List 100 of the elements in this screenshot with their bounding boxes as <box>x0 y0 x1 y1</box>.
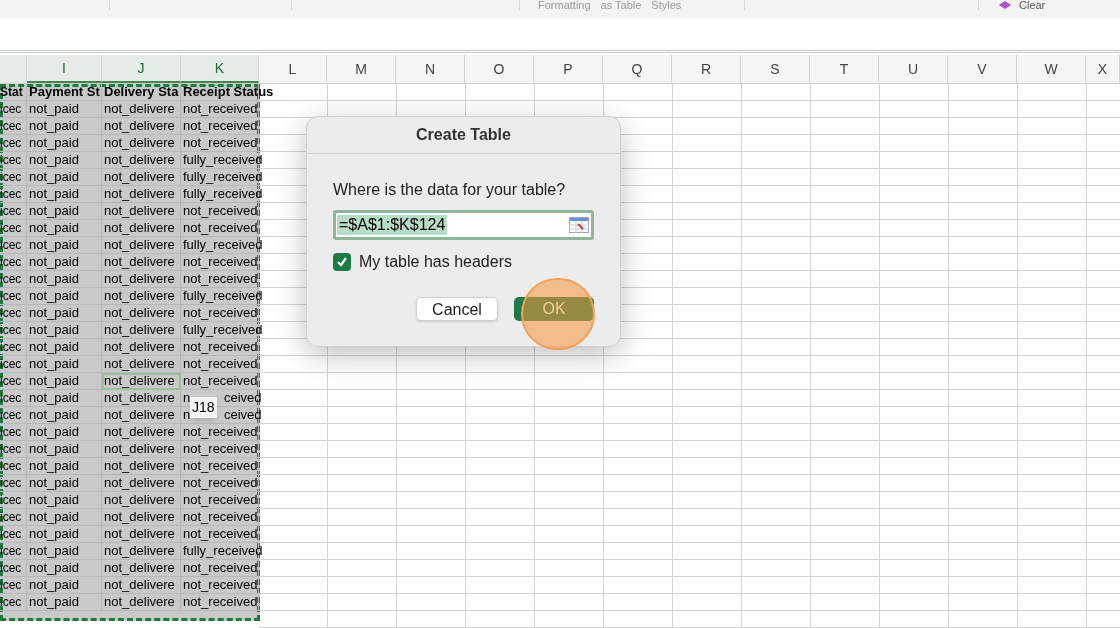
table-cell: not_received <box>183 475 258 491</box>
table-cell: fully_received <box>183 186 263 202</box>
table-cell: icec <box>0 441 22 457</box>
table-cell: not_paid <box>29 288 79 304</box>
ribbon-label: Styles <box>651 0 682 10</box>
range-picker-icon[interactable] <box>569 217 589 233</box>
table-cell: not_received <box>183 424 258 440</box>
table-cell: not_paid <box>29 543 79 559</box>
table-cell: not_delivere <box>104 254 175 270</box>
column-header[interactable]: L <box>259 55 327 83</box>
table-cell: not_paid <box>29 390 79 406</box>
table-cell: icec <box>0 288 22 304</box>
table-cell: not_delivere <box>104 322 175 338</box>
column-header[interactable]: R <box>672 55 741 83</box>
table-cell: not_paid <box>29 594 79 610</box>
table-cell: icec <box>0 186 22 202</box>
table-cell: icec <box>0 509 22 525</box>
table-cell: not_delivere <box>104 390 175 406</box>
table-cell: fully_received <box>183 152 263 168</box>
column-header[interactable]: V <box>948 55 1017 83</box>
table-cell: not_paid <box>29 322 79 338</box>
table-cell: icec <box>0 526 22 542</box>
table-cell: not_received <box>183 339 258 355</box>
column-header[interactable]: T <box>810 55 879 83</box>
column-header[interactable]: O <box>465 55 534 83</box>
column-header[interactable]: M <box>327 55 396 83</box>
table-cell: not_paid <box>29 271 79 287</box>
headers-checkbox[interactable] <box>333 253 351 271</box>
column-header-cell: Payment St <box>29 84 100 100</box>
table-cell: not_delivere <box>104 186 175 202</box>
column-header[interactable]: K <box>181 55 259 83</box>
table-cell: not_paid <box>29 356 79 372</box>
table-cell: icec <box>0 339 22 355</box>
column-header[interactable]: J <box>102 55 181 83</box>
table-cell: icec <box>0 118 22 134</box>
table-cell: not_delivere <box>104 220 175 236</box>
table-cell: not_received <box>183 373 258 389</box>
table-cell: not_received <box>183 577 258 593</box>
table-cell: not_delivere <box>104 373 175 389</box>
table-cell: icec <box>0 560 22 576</box>
table-cell: icec <box>0 458 22 474</box>
table-cell: not_received <box>183 356 258 372</box>
table-cell: not_paid <box>29 339 79 355</box>
column-header[interactable]: U <box>879 55 948 83</box>
table-cell: not_delivere <box>104 509 175 525</box>
column-header[interactable]: X <box>1086 55 1120 83</box>
table-cell: icec <box>0 152 22 168</box>
column-header[interactable]: P <box>534 55 603 83</box>
column-header[interactable]: Q <box>603 55 672 83</box>
table-cell: not_paid <box>29 475 79 491</box>
table-cell: icec <box>0 390 22 406</box>
table-cell: not_delivere <box>104 577 175 593</box>
column-header[interactable]: N <box>396 55 465 83</box>
column-header-cell: Receipt Status <box>183 84 274 100</box>
range-field[interactable]: =$A$1:$K$124 <box>333 210 594 240</box>
checkbox-label: My table has headers <box>359 252 512 272</box>
table-cell: not_delivere <box>104 458 175 474</box>
table-cell: not_received <box>183 203 258 219</box>
column-header-cell: Stat <box>0 84 23 100</box>
table-cell: not_paid <box>29 441 79 457</box>
table-cell: not_delivere <box>104 424 175 440</box>
table-cell: not_received <box>183 254 258 270</box>
table-cell: n <box>183 390 191 406</box>
table-cell: not_delivere <box>104 118 175 134</box>
table-cell: not_received <box>183 271 258 287</box>
table-cell: icec <box>0 203 22 219</box>
check-icon <box>336 256 348 268</box>
table-cell: not_paid <box>29 169 79 185</box>
column-header[interactable]: W <box>1017 55 1086 83</box>
table-cell: icec <box>0 271 22 287</box>
eraser-icon <box>999 1 1011 9</box>
range-prompt: Where is the data for your table? <box>333 180 567 200</box>
table-cell: not_delivere <box>104 339 175 355</box>
column-header[interactable]: S <box>741 55 810 83</box>
table-cell: not_paid <box>29 203 79 219</box>
table-cell: icec <box>0 492 22 508</box>
table-cell: not_delivere <box>104 356 175 372</box>
table-cell: not_delivere <box>104 288 175 304</box>
table-cell: fully_received <box>183 169 263 185</box>
table-cell: not_received <box>183 492 258 508</box>
table-cell: not_received <box>183 441 258 457</box>
table-cell: not_received <box>183 118 258 134</box>
table-cell: not_delivere <box>104 441 175 457</box>
table-cell: not_received <box>183 458 258 474</box>
table-cell: not_paid <box>29 305 79 321</box>
cancel-button[interactable]: Cancel <box>416 297 498 321</box>
cell-tooltip: J18 <box>190 397 217 418</box>
table-cell: icec <box>0 356 22 372</box>
column-header[interactable]: I <box>27 55 102 83</box>
table-cell: not_received <box>183 220 258 236</box>
table-cell: not_paid <box>29 135 79 151</box>
table-cell: not_delivere <box>104 492 175 508</box>
table-cell: ceived <box>224 407 262 423</box>
table-cell: not_paid <box>29 186 79 202</box>
clear-button[interactable]: Clear <box>1019 0 1046 10</box>
table-cell: not_paid <box>29 152 79 168</box>
table-cell: fully_received <box>183 237 263 253</box>
table-cell: icec <box>0 254 22 270</box>
table-cell: not_paid <box>29 373 79 389</box>
table-cell: not_delivere <box>104 526 175 542</box>
